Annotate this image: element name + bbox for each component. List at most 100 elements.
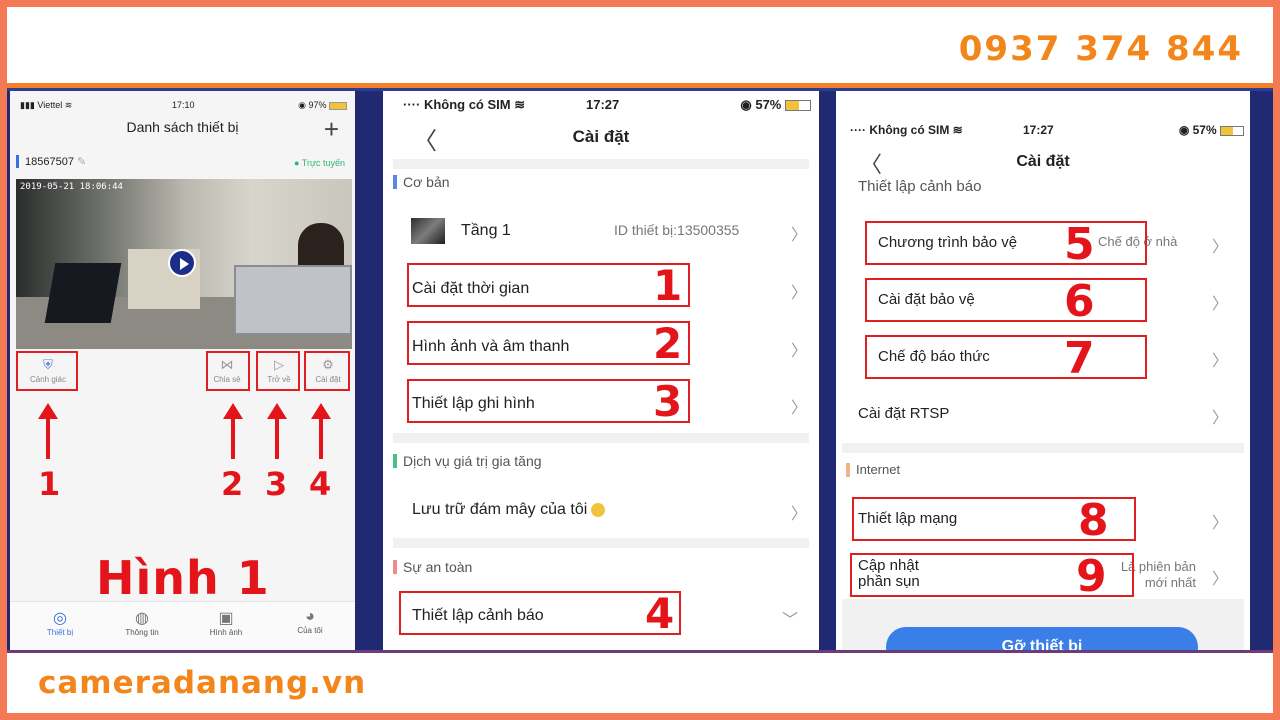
section-header: Internet	[846, 462, 900, 477]
remove-device-button[interactable]: Gỡ thiết bị	[886, 627, 1198, 650]
camera-icon: ◎	[53, 610, 67, 627]
highlight-box	[865, 278, 1147, 322]
user-icon: ◕	[305, 608, 315, 625]
arrow-icon	[311, 403, 331, 459]
annotation-number: 4	[645, 589, 675, 638]
carrier-label: ···· Không có SIM ≋	[850, 123, 963, 137]
section-header: Sự an toàn	[393, 559, 472, 575]
chevron-right-icon[interactable]: 〉	[1212, 347, 1228, 371]
divider	[393, 159, 809, 169]
alarm-settings-row[interactable]: Thiết lập cảnh báo	[858, 178, 981, 195]
wifi-icon: ≋	[64, 100, 73, 110]
tab-images[interactable]: ▣ Hình ảnh	[196, 608, 256, 637]
device-id: ID thiết bị:13500355	[614, 222, 740, 238]
camera-scene	[234, 265, 352, 335]
battery-icon	[329, 101, 347, 110]
page-title: Cài đặt	[1016, 153, 1070, 170]
tab-messages[interactable]: ◍ Thông tin	[112, 608, 172, 637]
device-name: Tầng 1	[461, 222, 511, 239]
battery-icon	[785, 100, 811, 112]
edit-icon[interactable]: ✎	[77, 156, 86, 168]
status-bar: ▮▮▮ Viettel ≋ 17:10 ◉ 97%	[10, 91, 355, 117]
section-header: Dịch vụ giá trị gia tăng	[393, 453, 542, 469]
annotation-number: 4	[309, 465, 332, 503]
settings-screen-2: ···· Không có SIM ≋ 17:27 ◉ 57% 〈 Cài đặ…	[836, 91, 1250, 650]
annotation-number: 8	[1078, 495, 1109, 546]
status-badge: ● Trực tuyến	[294, 158, 345, 168]
highlight-box	[16, 351, 78, 391]
device-thumbnail	[411, 218, 445, 244]
chevron-right-icon[interactable]: 〉	[791, 279, 807, 303]
divider	[393, 433, 809, 443]
chevron-right-icon[interactable]: 〉	[1212, 404, 1228, 428]
carrier-label: ···· Không có SIM ≋	[403, 97, 526, 112]
battery-indicator: ◉ 97%	[298, 100, 347, 111]
clock: 17:10	[172, 100, 195, 110]
website-label: cameradanang.vn	[38, 665, 367, 701]
chat-icon: ◍	[135, 610, 149, 627]
chevron-right-icon[interactable]: 〉	[791, 394, 807, 418]
chevron-right-icon[interactable]: 〉	[1212, 290, 1228, 314]
arrow-icon	[38, 403, 58, 459]
rtsp-settings-row[interactable]: Cài đặt RTSP	[858, 405, 949, 422]
top-banner: 0937 374 844	[7, 7, 1273, 83]
highlight-box	[407, 263, 690, 307]
highlight-box	[256, 351, 300, 391]
highlight-box	[865, 335, 1147, 379]
battery-indicator: ◉ 57%	[1179, 123, 1244, 137]
divider	[7, 650, 1273, 653]
add-device-button[interactable]: +	[324, 114, 339, 145]
annotation-number: 5	[1064, 219, 1095, 270]
battery-indicator: ◉ 57%	[740, 97, 811, 113]
chevron-right-icon[interactable]: 〉	[1212, 509, 1228, 533]
annotation-number: 2	[653, 319, 683, 368]
wifi-icon: ≋	[514, 97, 526, 112]
wifi-icon: ≋	[952, 123, 963, 137]
camera-scene	[44, 263, 122, 323]
camera-timestamp: 2019-05-21 18:06:44	[20, 182, 123, 192]
arrow-icon	[267, 403, 287, 459]
play-button[interactable]	[168, 249, 196, 277]
section-header: Cơ bản	[393, 174, 450, 190]
clock: 17:27	[1023, 123, 1054, 137]
page-title: Cài đặt	[572, 127, 630, 146]
chevron-right-icon[interactable]: 〉	[791, 500, 807, 524]
annotation-number: 9	[1076, 551, 1107, 602]
annotation-number: 6	[1064, 276, 1095, 327]
annotation-number: 7	[1064, 333, 1095, 384]
status-bar: ···· Không có SIM ≋ 17:27 ◉ 57%	[383, 97, 819, 117]
cloud-storage-row[interactable]: Lưu trữ đám mây của tôi	[412, 501, 606, 519]
camera-preview[interactable]: 2019-05-21 18:06:44	[16, 179, 352, 349]
settings-screen-1: ···· Không có SIM ≋ 17:27 ◉ 57% 〈 Cài đặ…	[383, 91, 819, 650]
chevron-right-icon[interactable]: 〉	[1212, 233, 1228, 257]
chevron-down-icon[interactable]: 〉	[779, 611, 803, 627]
annotation-number: 1	[38, 465, 61, 503]
coin-icon	[591, 502, 606, 517]
highlight-box	[399, 591, 681, 635]
plus-icon: +	[323, 114, 339, 144]
highlight-box	[865, 221, 1147, 265]
clock: 17:27	[586, 97, 620, 112]
divider	[393, 538, 809, 548]
figure-caption: Hình 1	[96, 551, 270, 605]
highlight-box	[304, 351, 350, 391]
page-title: Danh sách thiết bị	[126, 119, 239, 135]
hotline-number: 0937 374 844	[958, 29, 1243, 69]
annotation-number: 1	[653, 261, 683, 310]
annotation-number: 3	[265, 465, 288, 503]
image-icon: ▣	[218, 610, 234, 627]
divider	[842, 443, 1244, 453]
chevron-right-icon[interactable]: 〉	[791, 337, 807, 361]
tab-profile[interactable]: ◕ Của tôi	[280, 608, 340, 635]
annotation-number: 2	[221, 465, 244, 503]
carrier-label: ▮▮▮ Viettel ≋	[20, 100, 73, 110]
tab-devices[interactable]: ◎ Thiết bị	[30, 608, 90, 637]
device-id: 18567507 ✎	[16, 155, 86, 168]
tab-bar: ◎ Thiết bị ◍ Thông tin ▣ Hình ảnh ◕ Của tôi	[10, 601, 355, 650]
device-list-screen: ▮▮▮ Viettel ≋ 17:10 ◉ 97% Danh sách thiế…	[10, 91, 355, 650]
chevron-right-icon[interactable]: 〉	[791, 221, 807, 245]
chevron-right-icon[interactable]: 〉	[1212, 565, 1228, 589]
arrow-icon	[223, 403, 243, 459]
highlight-box	[407, 321, 690, 365]
highlight-box	[206, 351, 250, 391]
